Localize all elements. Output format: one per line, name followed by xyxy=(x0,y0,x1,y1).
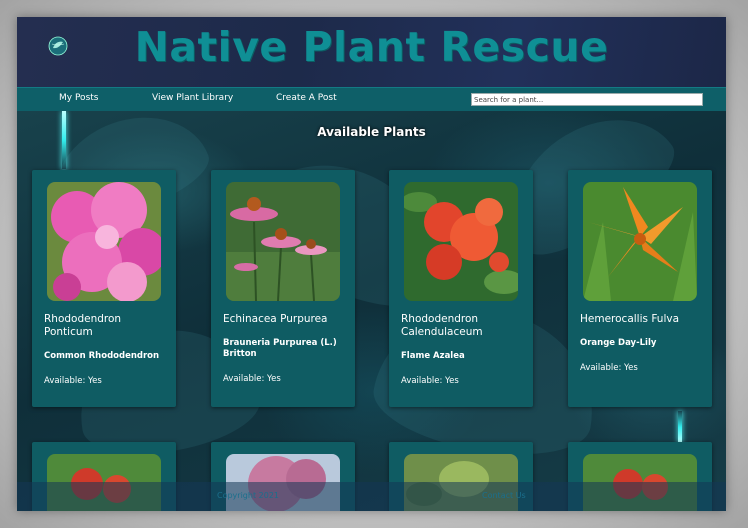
nav-bar: My Posts View Plant Library Create A Pos… xyxy=(17,87,726,111)
plant-card[interactable]: Hemerocallis Fulva Orange Day-Lily Avail… xyxy=(568,170,712,407)
nav-my-posts[interactable]: My Posts xyxy=(59,93,98,103)
plant-availability: Available: Yes xyxy=(223,374,281,384)
browser-viewport: Native Plant Rescue My Posts View Plant … xyxy=(17,17,726,511)
main-content: Available Plants Rhododendron Ponticum C… xyxy=(17,111,726,511)
plant-common-name: Orange Day-Lily xyxy=(580,338,657,348)
plant-card[interactable]: Rhododendron Ponticum Common Rhododendro… xyxy=(32,170,176,407)
flame-azalea-photo xyxy=(404,182,518,301)
plant-availability: Available: Yes xyxy=(401,376,459,386)
site-header: Native Plant Rescue xyxy=(17,17,726,87)
plant-availability: Available: Yes xyxy=(44,376,102,386)
nav-view-plant-library[interactable]: View Plant Library xyxy=(152,93,233,103)
plant-scientific-name: Rhododendron Calendulaceum xyxy=(401,313,483,338)
plant-scientific-name: Rhododendron Ponticum xyxy=(44,313,122,338)
pink-rhododendron-photo xyxy=(47,182,161,301)
plant-scientific-name: Hemerocallis Fulva xyxy=(580,313,680,325)
orange-daylily-photo xyxy=(583,182,697,301)
site-footer: Copyright 2021 Contact Us xyxy=(17,482,726,511)
search-input[interactable] xyxy=(471,93,703,106)
coneflower-photo xyxy=(226,182,340,301)
section-title: Available Plants xyxy=(317,125,426,139)
glow-strip xyxy=(62,111,66,169)
footer-copyright: Copyright 2021 xyxy=(217,491,279,500)
plant-availability: Available: Yes xyxy=(580,363,638,373)
site-title[interactable]: Native Plant Rescue xyxy=(17,23,726,71)
plant-common-name: Flame Azalea xyxy=(401,351,465,361)
plant-card[interactable]: Echinacea Purpurea Brauneria Purpurea (L… xyxy=(211,170,355,407)
footer-contact-link[interactable]: Contact Us xyxy=(482,491,526,500)
plant-common-name: Common Rhododendron xyxy=(44,351,160,361)
plant-card[interactable]: Rhododendron Calendulaceum Flame Azalea … xyxy=(389,170,533,407)
plant-common-name: Brauneria Purpurea (L.) Britton xyxy=(223,338,337,359)
nav-create-post[interactable]: Create A Post xyxy=(276,93,337,103)
plant-scientific-name: Echinacea Purpurea xyxy=(223,313,328,325)
glow-strip xyxy=(678,411,682,443)
